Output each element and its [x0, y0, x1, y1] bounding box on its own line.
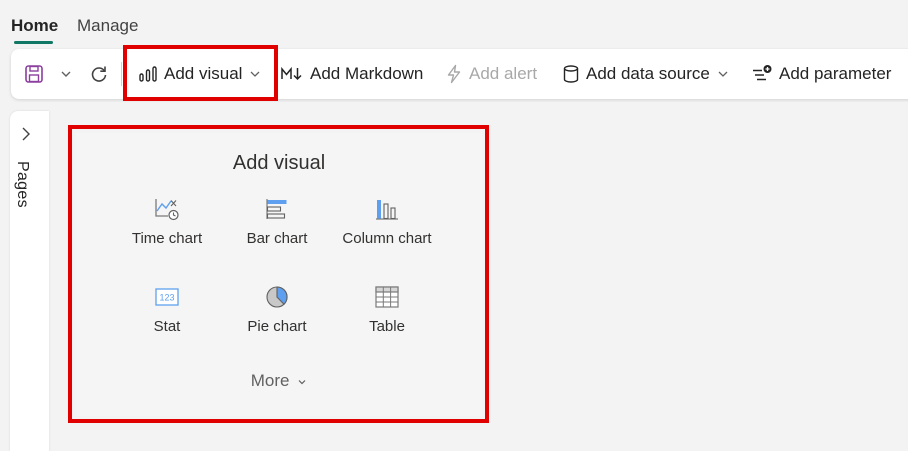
expand-pages-button[interactable]	[19, 124, 33, 144]
add-visual-panel-highlight	[68, 125, 489, 423]
add-alert-label: Add alert	[469, 64, 538, 83]
tab-home[interactable]: Home	[11, 16, 58, 36]
add-markdown-button[interactable]: Add Markdown	[280, 49, 423, 99]
add-visual-highlight	[123, 45, 278, 101]
add-parameter-label: Add parameter	[779, 64, 892, 83]
add-markdown-label: Add Markdown	[310, 64, 424, 83]
markdown-icon	[281, 66, 302, 81]
add-data-source-label: Add data source	[586, 64, 710, 83]
tab-manage[interactable]: Manage	[77, 16, 138, 36]
add-parameter-button[interactable]: Add parameter	[751, 49, 891, 99]
chevron-right-icon	[22, 127, 30, 141]
lightning-icon	[447, 64, 461, 84]
add-parameter-icon	[753, 65, 772, 81]
database-icon	[563, 65, 579, 83]
pages-label[interactable]: Pages	[13, 161, 31, 208]
refresh-icon	[91, 66, 107, 82]
add-alert-button[interactable]: Add alert	[445, 49, 537, 99]
add-data-source-button[interactable]: Add data source	[562, 49, 729, 99]
ribbon-tabs: Home Manage	[0, 0, 908, 46]
toolbar-divider	[121, 62, 122, 86]
save-icon	[25, 65, 43, 83]
save-options-dropdown[interactable]	[60, 49, 72, 99]
chevron-down-icon	[718, 71, 728, 77]
refresh-button[interactable]	[89, 49, 109, 99]
tab-home-underline	[14, 41, 53, 44]
chevron-down-icon	[61, 71, 71, 77]
save-button[interactable]	[24, 49, 44, 99]
